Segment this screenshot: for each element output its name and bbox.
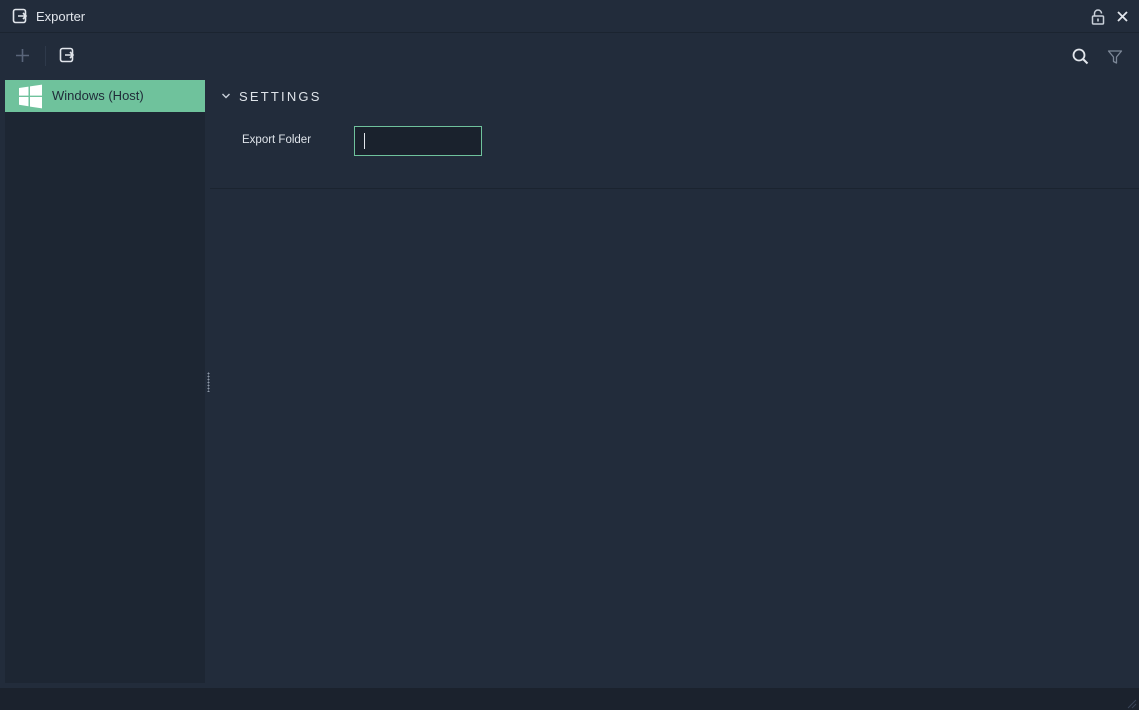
settings-section-header[interactable]: SETTINGS: [220, 86, 322, 106]
toolbar-separator: [45, 46, 46, 66]
text-cursor: [364, 133, 365, 149]
sidebar-item-label: Windows (Host): [52, 88, 144, 103]
section-divider: [210, 188, 1139, 189]
export-icon[interactable]: [59, 47, 75, 63]
sidebar-item-windows-host[interactable]: Windows (Host): [5, 80, 205, 112]
resize-grip-icon[interactable]: [1125, 697, 1137, 709]
section-title: SETTINGS: [239, 88, 322, 104]
lock-icon[interactable]: [1091, 9, 1105, 25]
settings-panel: SETTINGS Export Folder: [210, 80, 1139, 683]
filter-icon[interactable]: [1107, 49, 1123, 65]
search-icon[interactable]: [1072, 48, 1089, 65]
platform-sidebar: Windows (Host): [5, 80, 205, 683]
plus-icon[interactable]: [15, 48, 30, 63]
exporter-icon: [12, 8, 28, 24]
title-bar: Exporter: [0, 0, 1139, 33]
toolbar: [0, 34, 1139, 78]
window-title: Exporter: [36, 9, 86, 24]
windows-icon: [19, 84, 42, 109]
export-folder-label: Export Folder: [242, 134, 312, 146]
status-bar: [0, 688, 1139, 710]
export-folder-input[interactable]: [354, 126, 482, 156]
chevron-down-icon: [222, 93, 230, 99]
close-icon[interactable]: [1116, 10, 1129, 23]
